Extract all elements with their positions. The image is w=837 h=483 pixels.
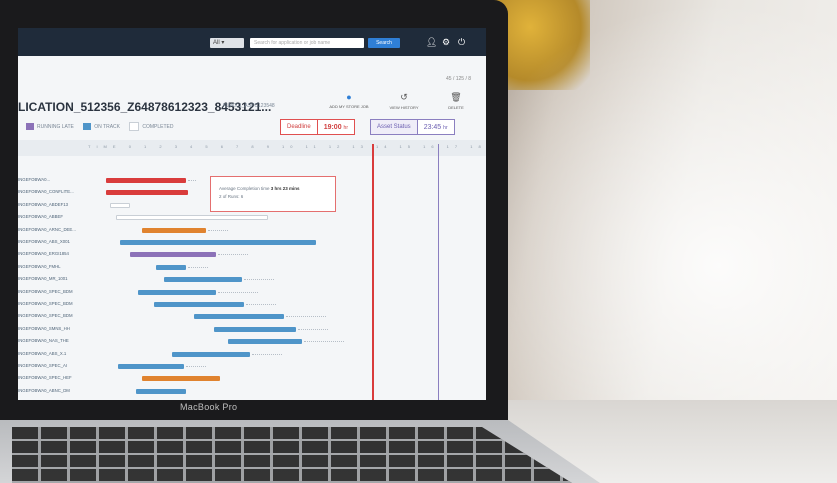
gantt-bar[interactable]	[106, 178, 186, 183]
gantt-bar[interactable]	[228, 339, 302, 345]
gantt-bar[interactable]	[142, 376, 220, 382]
gantt-row-label[interactable]: INGEFOBWA0_SPEC_AI	[18, 363, 67, 368]
gantt-row-label[interactable]: INGEFOBWA0_ERGI1854	[18, 251, 69, 256]
timeline-label: TIME	[88, 144, 122, 149]
gantt-bar-extension	[244, 279, 274, 281]
gantt-bar-extension	[298, 328, 328, 331]
gantt-bar-extension	[286, 316, 326, 318]
gantt-row-label[interactable]: INGEFOBWA0_ABS_X.1	[18, 351, 66, 356]
view-history-label: VIEW HISTORY	[389, 105, 419, 110]
asset-status-value: 23:45 hr	[423, 123, 448, 131]
gantt-bar-extension	[218, 254, 248, 256]
gantt-row-label[interactable]: INGEFOBWA0_SPEC_BDM	[18, 313, 73, 318]
status-legend: RUNNING LATE ON TRACK COMPLETED	[18, 122, 174, 131]
top-navigation-bar: All ▾ Search for application or job name…	[18, 28, 486, 56]
deadline-label: Deadline	[281, 120, 318, 134]
gantt-row-label[interactable]: INGEFOBWA0_SPEC_BDM	[18, 301, 73, 306]
pager: 45 / 125 / 8	[446, 76, 472, 82]
gantt-bar[interactable]	[136, 388, 186, 394]
gantt-row-label[interactable]: INGEFOBWA0_NAS_THE	[18, 338, 69, 343]
laptop-screen: All ▾ Search for application or job name…	[18, 28, 486, 400]
gantt-bar[interactable]	[194, 314, 284, 320]
power-icon[interactable]: ⏻	[458, 37, 465, 47]
gantt-bar[interactable]	[156, 264, 186, 270]
asset-status-marker-line	[438, 144, 439, 400]
laptop-bezel: All ▾ Search for application or job name…	[0, 0, 508, 420]
add-job-button[interactable]: ● ADD MY STORE JOB	[324, 92, 374, 109]
gantt-bar-extension	[188, 180, 196, 182]
gantt-bar-extension	[218, 291, 258, 294]
gantt-row-label[interactable]: INGEFOBWA0_ABNC_DM	[18, 388, 70, 393]
gantt-bar-extension	[246, 304, 276, 306]
gantt-bar[interactable]	[106, 190, 188, 196]
add-job-label: ADD MY STORE JOB	[329, 104, 369, 109]
gantt-row-label[interactable]: INGEFOBWA0_SMNS_HH	[18, 326, 70, 331]
gantt-bar-extension	[208, 229, 228, 232]
legend-completed: COMPLETED	[142, 123, 174, 130]
search-scope-select[interactable]: All ▾	[210, 38, 244, 48]
legend-swatch-completed	[129, 122, 140, 131]
keyboard-key-rows	[12, 427, 572, 483]
deadline-value: 19:00 hr	[323, 123, 348, 131]
gantt-bar-extension	[304, 341, 344, 343]
user-icon[interactable]: 👤︎	[426, 37, 437, 47]
gantt-bar[interactable]	[110, 202, 130, 208]
gantt-row-label[interactable]: INGEFOBWA0_SPEC_BDM	[18, 289, 73, 294]
deadline-marker-line	[372, 144, 374, 400]
search-scope-value: All	[213, 40, 220, 46]
history-icon: ↺	[400, 92, 408, 102]
gantt-bar[interactable]	[154, 302, 244, 307]
gantt-bar[interactable]	[120, 240, 316, 245]
plus-circle-icon: ●	[346, 92, 352, 102]
gantt-row-label[interactable]: INGEFOBWA0_FMHL	[18, 264, 61, 269]
tooltip-line1: Average Completion time	[219, 186, 270, 191]
legend-late: RUNNING LATE	[37, 123, 74, 130]
gantt-bar[interactable]	[130, 252, 216, 258]
gantt-bar[interactable]	[116, 215, 268, 221]
gantt-row-label[interactable]: INGEFOBWA0_ARNC_DEE...	[18, 227, 76, 232]
gantt-bar-extension	[188, 266, 208, 269]
search-button[interactable]: Search	[368, 38, 400, 48]
gantt-bar[interactable]	[164, 277, 242, 283]
delete-button[interactable]: 🗑︎ DELETE	[438, 92, 474, 110]
gantt-bar[interactable]	[214, 326, 296, 332]
gantt-row-label[interactable]: INGEFOBWA0_MR_1001	[18, 276, 68, 281]
gear-icon[interactable]: ⚙︎	[442, 37, 450, 47]
gantt-row-label[interactable]: INGEFOBWA0_ABBEF	[18, 214, 63, 219]
gantt-bar-extension	[252, 353, 282, 356]
gantt-row-label[interactable]: INGEFOBWA0...	[18, 177, 50, 182]
legend-ontrack: ON TRACK	[94, 123, 120, 130]
asset-status-label: Asset Status	[371, 120, 418, 134]
trash-icon: 🗑︎	[450, 92, 462, 102]
gantt-row-label[interactable]: INGEFOBWA0_ABDEF13	[18, 202, 68, 207]
gantt-row-label[interactable]: INGEFOBWA0_CONFLITE...	[18, 189, 74, 194]
view-history-button[interactable]: ↺ VIEW HISTORY	[384, 92, 424, 110]
tooltip-value: 3 hrs 23 mins	[270, 186, 300, 191]
legend-swatch-late	[26, 123, 34, 130]
gantt-row-label[interactable]: INGEFOBWA0_SPEC_HEF	[18, 375, 72, 380]
page-subtitle: KUA001_ASPC123548	[223, 103, 275, 109]
gantt-row-label[interactable]: INGEFOBWA0_ABS_X001	[18, 239, 70, 244]
gantt-bar[interactable]	[142, 227, 206, 233]
gantt-bar[interactable]	[118, 364, 184, 369]
delete-label: DELETE	[448, 105, 464, 110]
gantt-bar[interactable]	[172, 351, 250, 357]
timeline-ticks: TIME 0 1 2 3 4 5 6 7 8 9 10 11 12 13 14 …	[88, 144, 486, 149]
gantt-bar[interactable]	[138, 289, 216, 295]
device-brand: MacBook Pro	[180, 402, 238, 412]
tooltip: Average Completion time 3 hrs 23 mins 2 …	[210, 176, 336, 212]
deadline-box: Deadline 19:00 hr	[280, 119, 355, 135]
tooltip-line2: 2 of Runs: 6	[219, 194, 244, 199]
search-input[interactable]: Search for application or job name	[250, 38, 364, 48]
asset-status-box: Asset Status 23:45 hr	[370, 119, 455, 135]
gantt-bar-extension	[186, 366, 206, 368]
legend-swatch-ontrack	[83, 123, 92, 130]
